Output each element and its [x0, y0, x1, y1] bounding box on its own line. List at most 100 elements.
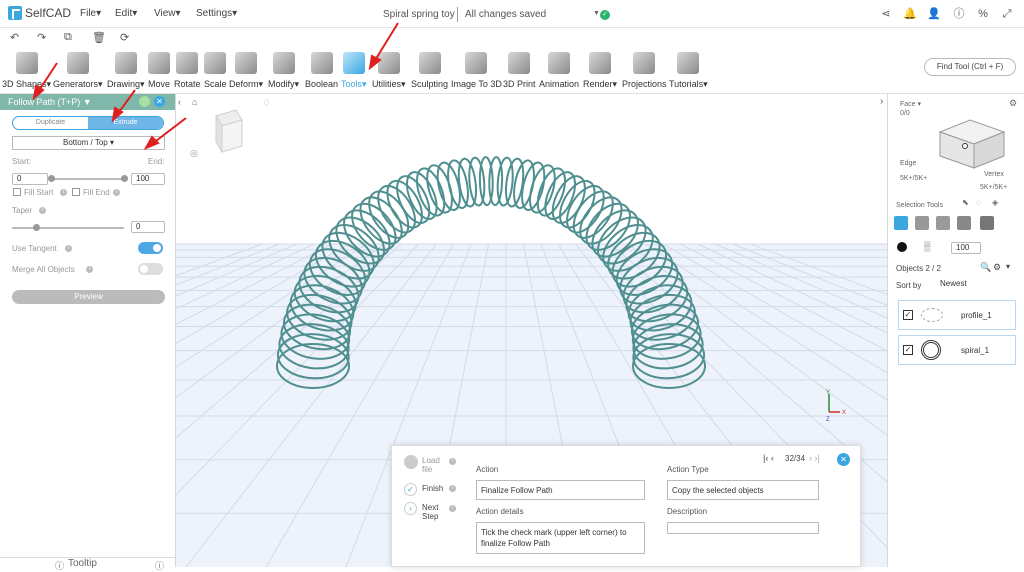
use-tangent-toggle[interactable]	[138, 242, 163, 254]
tool-drawing[interactable]: Drawing▾	[107, 50, 145, 92]
info-icon[interactable]: i	[39, 207, 46, 214]
info-icon[interactable]: ⓘ	[952, 7, 966, 21]
pattern-icon[interactable]: ▒	[924, 241, 930, 251]
home-icon[interactable]: ⌂	[192, 97, 197, 107]
taper-handle[interactable]	[33, 224, 40, 231]
color-picker-icon[interactable]	[897, 242, 907, 252]
tool-sculpting[interactable]: Sculpting	[411, 50, 448, 92]
edge-label[interactable]: Edge	[900, 160, 916, 167]
info-icon[interactable]: i	[449, 458, 456, 465]
menu-edit[interactable]: Edit▾	[115, 8, 137, 19]
user-icon[interactable]: 👤	[927, 7, 941, 21]
gear-icon[interactable]: ⚙	[1009, 98, 1017, 109]
tool-modify[interactable]: Modify▾	[268, 50, 299, 92]
units-icon[interactable]: %	[976, 7, 990, 21]
light-icon[interactable]: ♢	[262, 98, 271, 109]
chevron-left-icon[interactable]: ‹	[178, 97, 181, 107]
size-input[interactable]: 100	[951, 242, 981, 254]
step-load-file[interactable]: Load file	[422, 456, 444, 474]
object-row-spiral[interactable]: ✓ spiral_1	[898, 335, 1016, 365]
confirm-check-icon[interactable]	[139, 96, 150, 107]
info-icon[interactable]: i	[449, 505, 456, 512]
range-start-handle[interactable]	[48, 175, 55, 182]
preview-button[interactable]: Preview	[12, 290, 165, 304]
face-label[interactable]: Face ▾	[900, 100, 921, 108]
select-tool-icon[interactable]: ⬉	[962, 198, 969, 207]
undo-icon[interactable]: ↶	[10, 31, 19, 44]
chevron-down-icon[interactable]: ▼	[593, 10, 600, 17]
tool-tutorials[interactable]: Tutorials▾	[669, 50, 708, 92]
taper-input[interactable]: 0	[131, 221, 165, 233]
first-step-icon[interactable]: |‹ ‹	[763, 453, 774, 463]
close-icon[interactable]: ✕	[154, 96, 165, 107]
last-step-icon[interactable]: › ›|	[809, 453, 820, 463]
tooltip-bar[interactable]: ⓘ Tooltip ⓘ	[0, 557, 176, 571]
sort-select[interactable]: Newest	[932, 277, 1016, 291]
start-input[interactable]: 0	[12, 173, 48, 185]
visibility-checkbox[interactable]: ✓	[903, 345, 913, 355]
selfcad-logo[interactable]: SelfCAD	[8, 6, 71, 20]
tool-scale[interactable]: Scale	[204, 50, 227, 92]
menu-view[interactable]: View▾	[154, 8, 181, 19]
view-cube[interactable]	[215, 109, 243, 154]
tool-generators[interactable]: Generators▾	[53, 50, 103, 92]
selection-mode-cube[interactable]	[932, 110, 1012, 170]
select-face-icon[interactable]	[915, 216, 929, 230]
tool-deform[interactable]: Deform▾	[229, 50, 263, 92]
collapse-panel-icon[interactable]: ›	[880, 96, 883, 107]
select-object-icon[interactable]	[894, 216, 908, 230]
camera-icon[interactable]: ◎	[190, 148, 198, 158]
tool-utilities[interactable]: Utilities▾	[372, 50, 406, 92]
search-icon[interactable]: 🔍	[980, 262, 991, 273]
tab-duplicate[interactable]: Duplicate	[13, 117, 88, 129]
tool-3d-shapes[interactable]: 3D Shapes▾	[2, 50, 51, 92]
paint-select-icon[interactable]: ◈	[992, 198, 998, 207]
select-edge-icon[interactable]	[936, 216, 950, 230]
tool-move[interactable]: Move	[148, 50, 170, 92]
tool-image-to-3d[interactable]: Image To 3D	[451, 50, 502, 92]
step-next[interactable]: Next Step	[422, 503, 444, 521]
redo-icon[interactable]: ↷	[37, 31, 46, 44]
menu-settings[interactable]: Settings▾	[196, 8, 237, 19]
close-icon[interactable]: ✕	[837, 453, 850, 466]
share-icon[interactable]: ⋖	[879, 7, 893, 21]
tool-animation[interactable]: Animation	[539, 50, 579, 92]
tab-extrude[interactable]: Extrude	[88, 117, 163, 129]
tool-projections[interactable]: Projections	[622, 50, 667, 92]
step-finish[interactable]: Finish	[422, 484, 443, 493]
info-icon[interactable]: i	[65, 245, 72, 252]
find-tool-input[interactable]: Find Tool (Ctrl + F)	[924, 58, 1016, 76]
range-end-handle[interactable]	[121, 175, 128, 182]
tool-rotate[interactable]: Rotate	[174, 50, 201, 92]
tool-boolean[interactable]: Boolean	[305, 50, 338, 92]
fullscreen-icon[interactable]: ⤢	[1000, 7, 1014, 21]
tool-3d-print[interactable]: 3D Print	[503, 50, 536, 92]
chevron-down-icon[interactable]: ▾	[1006, 262, 1010, 271]
taper-slider[interactable]	[12, 227, 124, 229]
copy-icon[interactable]: ⧉	[64, 31, 72, 44]
reset-icon[interactable]: ⟳	[120, 31, 129, 44]
info-icon[interactable]: i	[113, 189, 120, 196]
trash-icon[interactable]: 🗑	[92, 31, 106, 44]
visibility-checkbox[interactable]: ✓	[903, 310, 913, 320]
range-slider[interactable]	[52, 178, 126, 180]
fill-end-checkbox[interactable]	[72, 188, 80, 196]
select-vertex-icon[interactable]	[957, 216, 971, 230]
bell-icon[interactable]: 🔔	[903, 7, 917, 21]
select-mesh-icon[interactable]	[980, 216, 994, 230]
gear-icon[interactable]: ⚙	[993, 262, 1001, 273]
tool-render[interactable]: Render▾	[583, 50, 617, 92]
menu-file[interactable]: File▾	[80, 8, 101, 19]
merge-all-toggle[interactable]	[138, 263, 163, 275]
vertex-label[interactable]: Vertex	[984, 171, 1004, 178]
fill-start-checkbox[interactable]	[13, 188, 21, 196]
direction-select[interactable]: Bottom / Top ▾	[12, 136, 165, 150]
object-row-profile[interactable]: ✓ profile_1	[898, 300, 1016, 330]
info-icon[interactable]: i	[449, 485, 456, 492]
tool-tools[interactable]: Tools▾	[341, 50, 367, 92]
info-icon[interactable]: i	[86, 266, 93, 273]
end-input[interactable]: 100	[131, 173, 165, 185]
document-title[interactable]: Spiral spring toy	[383, 9, 455, 20]
info-icon[interactable]: i	[60, 189, 67, 196]
lasso-icon[interactable]: ◌	[976, 198, 981, 207]
